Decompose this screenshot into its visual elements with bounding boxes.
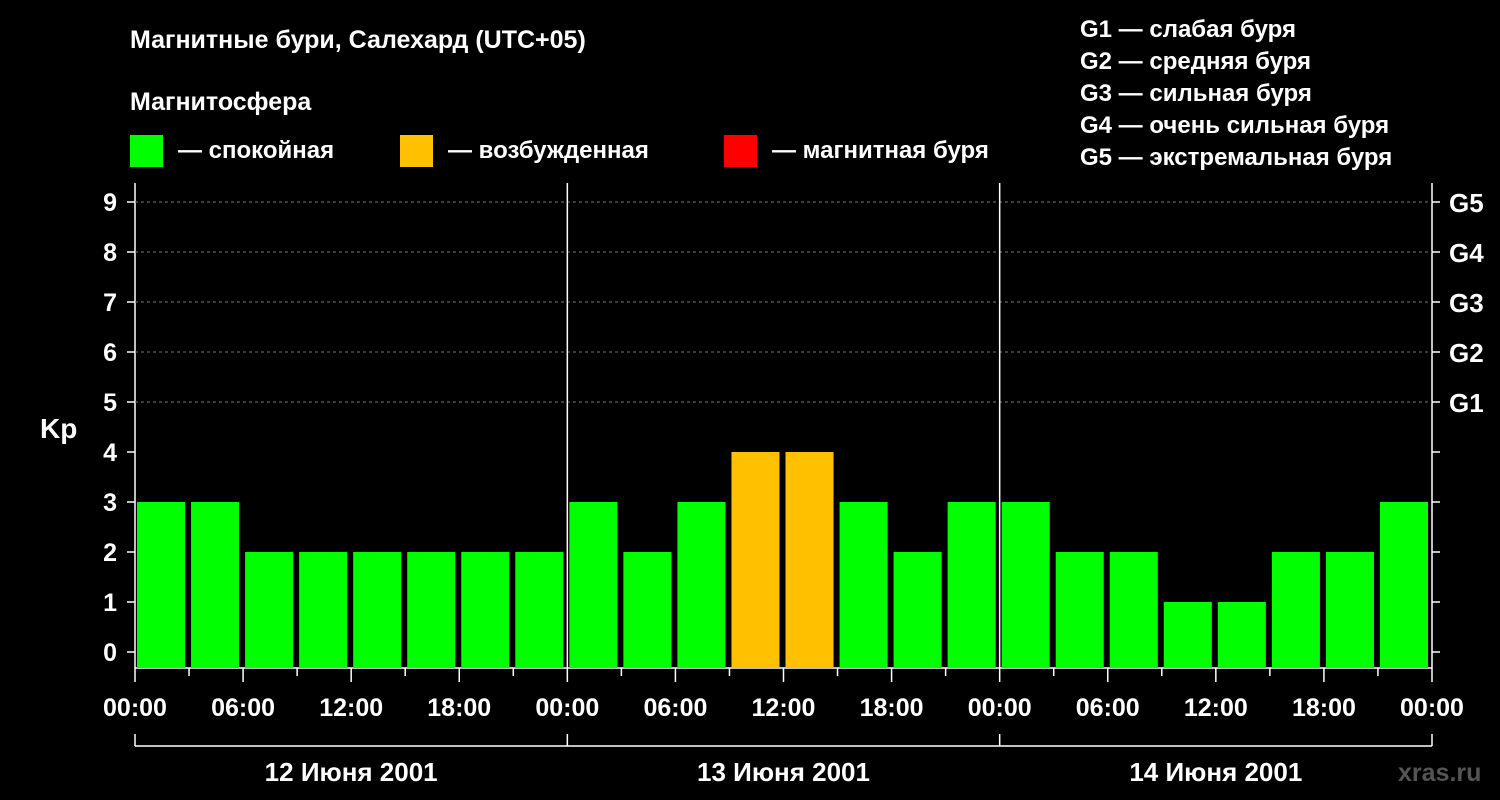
x-tick-label-0: 00:00 — [103, 694, 167, 722]
bar-17 — [1055, 552, 1104, 668]
legend-swatch-quiet — [130, 135, 163, 167]
bar-2 — [245, 552, 294, 668]
bar-15 — [947, 502, 996, 668]
bar-19 — [1163, 602, 1212, 668]
bar-10 — [677, 502, 726, 668]
bar-12 — [785, 452, 834, 668]
x-tick-label-3: 18:00 — [427, 694, 491, 722]
storm-level-g3: G3 — сильная буря — [1080, 80, 1312, 107]
x-tick-label-6: 12:00 — [752, 694, 816, 722]
y-tick-label-2: 2 — [103, 539, 117, 567]
x-tick-label-7: 18:00 — [860, 694, 924, 722]
right-axis-label-g5: G5 — [1449, 188, 1484, 218]
plot-area: 0 1 2 3 4 5 6 7 8 9 G1 G2 G3 G4 G5 00:00 06:00 12:00 18:00… — [103, 183, 1484, 787]
bar-11 — [731, 452, 780, 668]
legend: — спокойная — возбужденная — магнитная б… — [130, 135, 989, 167]
storm-level-g5: G5 — экстремальная буря — [1080, 144, 1392, 171]
bar-16 — [1001, 502, 1050, 668]
legend-label-storm: — магнитная буря — [772, 137, 989, 164]
legend-label-disturbed: — возбужденная — [448, 137, 649, 164]
right-axis-label-g1: G1 — [1449, 388, 1484, 418]
bar-0 — [137, 502, 186, 668]
y-tick-label-6: 6 — [103, 339, 117, 367]
bar-21 — [1271, 552, 1320, 668]
storm-levels-list: G1 — слабая буря G2 — средняя буря G3 — … — [1080, 16, 1392, 171]
bar-8 — [569, 502, 618, 668]
y-tick-label-1: 1 — [103, 589, 117, 617]
bar-5 — [407, 552, 456, 668]
right-axis-label-g3: G3 — [1449, 288, 1484, 318]
x-tick-label-12: 00:00 — [1400, 694, 1464, 722]
bar-9 — [623, 552, 672, 668]
y-tick-label-3: 3 — [103, 489, 117, 517]
x-tick-label-2: 12:00 — [319, 694, 383, 722]
bar-20 — [1217, 602, 1266, 668]
bar-13 — [839, 502, 888, 668]
x-tick-label-9: 06:00 — [1076, 694, 1140, 722]
x-tick-label-11: 18:00 — [1292, 694, 1356, 722]
legend-swatch-storm — [724, 135, 757, 167]
bar-6 — [461, 552, 510, 668]
x-tick-label-1: 06:00 — [211, 694, 275, 722]
bar-4 — [353, 552, 402, 668]
x-tick-label-10: 12:00 — [1184, 694, 1248, 722]
x-tick-label-5: 06:00 — [643, 694, 707, 722]
right-axis-label-g4: G4 — [1449, 238, 1484, 268]
y-tick-label-9: 9 — [103, 189, 117, 217]
y-tick-label-5: 5 — [103, 389, 117, 417]
storm-level-g2: G2 — средняя буря — [1080, 48, 1311, 75]
storm-level-g4: G4 — очень сильная буря — [1080, 112, 1389, 139]
chart-title: Магнитные бури, Салехард (UTC+05) — [130, 26, 586, 54]
legend-label-quiet: — спокойная — [178, 137, 334, 164]
y-tick-label-4: 4 — [103, 439, 117, 467]
bar-1 — [191, 502, 240, 668]
x-tick-label-8: 00:00 — [968, 694, 1032, 722]
day-label-0: 12 Июня 2001 — [265, 757, 438, 787]
kp-chart: Магнитные бури, Салехард (UTC+05) Магнит… — [40, 16, 1484, 787]
x-tick-label-4: 00:00 — [535, 694, 599, 722]
y-tick-label-7: 7 — [103, 289, 117, 317]
bar-14 — [893, 552, 942, 668]
bar-23 — [1379, 502, 1428, 668]
right-axis-label-g2: G2 — [1449, 338, 1484, 368]
bar-7 — [515, 552, 564, 668]
storm-level-g1: G1 — слабая буря — [1080, 16, 1296, 43]
y-tick-label-0: 0 — [103, 639, 117, 667]
y-axis-label: Kp — [40, 413, 77, 444]
y-tick-label-8: 8 — [103, 239, 117, 267]
magnetosphere-label: Магнитосфера — [130, 88, 312, 116]
watermark: xras.ru — [1398, 759, 1481, 787]
bar-3 — [299, 552, 348, 668]
day-label-2: 14 Июня 2001 — [1129, 757, 1302, 787]
day-label-1: 13 Июня 2001 — [697, 757, 870, 787]
legend-swatch-disturbed — [400, 135, 433, 167]
bar-18 — [1109, 552, 1158, 668]
bar-22 — [1325, 552, 1374, 668]
